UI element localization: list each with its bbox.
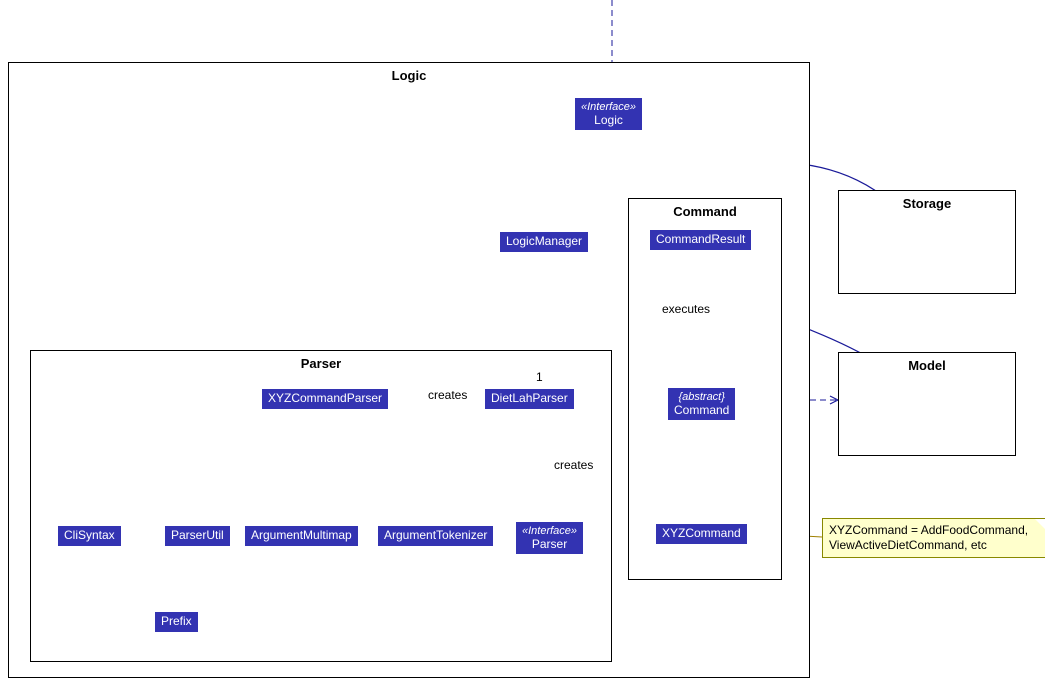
class-xyz-command-name: XYZCommand [662,526,741,540]
class-dietlah-parser: DietLahParser [485,389,574,409]
package-command-title: Command [629,204,781,219]
class-logic-manager: LogicManager [500,232,588,252]
class-command-result-name: CommandResult [656,232,745,246]
class-cli-syntax: CliSyntax [58,526,121,546]
class-logic-interface: «Interface» Logic [575,98,642,130]
class-xyz-command-parser: XYZCommandParser [262,389,388,409]
class-argument-tokenizer-name: ArgumentTokenizer [384,528,487,542]
package-parser-title: Parser [31,356,611,371]
class-command-result: CommandResult [650,230,751,250]
class-logic-stereo: «Interface» [581,101,636,114]
label-multiplicity-one: 1 [536,370,543,384]
package-logic-title: Logic [9,68,809,83]
package-storage: Storage [838,190,1016,294]
note-line1: XYZCommand = AddFoodCommand, [829,523,1039,538]
package-storage-title: Storage [839,196,1015,211]
class-abstract-command: {abstract} Command [668,388,735,420]
class-prefix-name: Prefix [161,614,192,628]
class-argument-multimap-name: ArgumentMultimap [251,528,352,542]
class-logic-name: Logic [581,114,636,128]
class-logic-manager-name: LogicManager [506,234,582,248]
class-parser-interface-name: Parser [522,538,577,552]
class-parser-util: ParserUtil [165,526,230,546]
label-executes: executes [662,302,710,316]
class-xyz-command: XYZCommand [656,524,747,544]
class-prefix: Prefix [155,612,198,632]
class-parser-util-name: ParserUtil [171,528,224,542]
class-argument-multimap: ArgumentMultimap [245,526,358,546]
class-xyz-command-parser-name: XYZCommandParser [268,391,382,405]
class-parser-interface: «Interface» Parser [516,522,583,554]
class-argument-tokenizer: ArgumentTokenizer [378,526,493,546]
package-model: Model [838,352,1016,456]
class-abstract-command-stereo: {abstract} [674,391,729,404]
note-xyzcommand: XYZCommand = AddFoodCommand, ViewActiveD… [822,518,1045,558]
package-model-title: Model [839,358,1015,373]
class-abstract-command-name: Command [674,404,729,418]
class-parser-interface-stereo: «Interface» [522,525,577,538]
note-line2: ViewActiveDietCommand, etc [829,538,1039,553]
label-creates-1: creates [428,388,467,402]
label-creates-2: creates [554,458,593,472]
class-dietlah-parser-name: DietLahParser [491,391,568,405]
class-cli-syntax-name: CliSyntax [64,528,115,542]
